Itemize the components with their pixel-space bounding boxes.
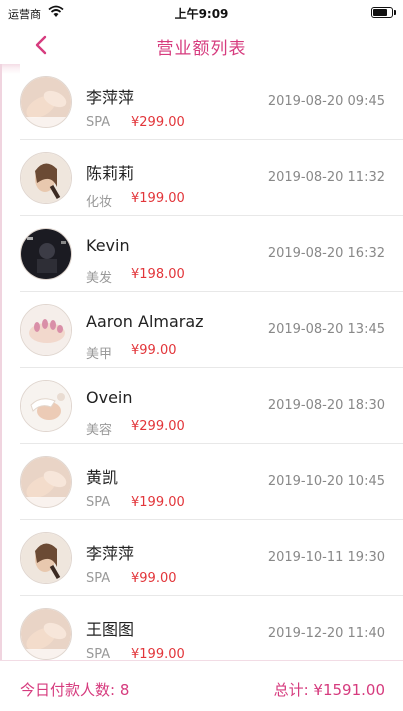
payment-amount: ¥199.00 [131, 495, 185, 510]
payment-date: 2019-10-20 10:45 [267, 474, 385, 489]
payment-date: 2019-08-20 13:45 [267, 322, 385, 337]
today-payer-count: 今日付款人数: 8 [20, 681, 130, 699]
payment-amount: ¥198.00 [131, 267, 185, 282]
service-category: 美发 [86, 271, 113, 286]
revenue-list[interactable]: 李萍萍 SPA ¥299.00 2019-08-20 09:45 陈莉莉化妆 ¥199.0… [0, 64, 403, 660]
list-item[interactable]: 黄凯 SPA ¥199.00 2019-10-20 10:45 [20, 444, 403, 520]
customer-name: 王图图 [86, 620, 135, 639]
page-title: 营业额列表 [156, 39, 247, 59]
battery-tip [394, 10, 396, 15]
status-time: 上午9:09 [174, 7, 229, 21]
avatar [20, 380, 72, 432]
avatar [20, 532, 72, 584]
payment-date: 2019-10-11 19:30 [267, 550, 385, 565]
payment-amount: ¥99.00 [131, 343, 177, 358]
list-item[interactable]: Aaron Almaraz 美甲 ¥99.00 2019-08-20 13:45 [20, 292, 403, 368]
payment-amount: ¥99.00 [131, 571, 177, 586]
customer-name: 陈莉莉 [86, 164, 135, 183]
service-category: SPA [86, 495, 111, 510]
footer-bar: 今日付款人数: 8 总计: ¥1591.00 [0, 660, 403, 711]
avatar [20, 456, 72, 508]
payment-date: 2019-08-20 18:30 [267, 398, 385, 413]
list-item[interactable]: 陈莉莉化妆 ¥199.00 2019-08-20 11:32 [20, 140, 403, 216]
service-category: 化妆 [86, 195, 113, 210]
payment-amount: ¥299.00 [131, 419, 185, 434]
payment-amount: ¥199.00 [131, 647, 185, 660]
service-category: SPA [86, 647, 111, 660]
customer-name: 李萍萍 [86, 544, 135, 563]
nav-bar: 营业额列表 [0, 26, 403, 64]
avatar [20, 152, 72, 204]
payment-date: 2019-08-20 11:32 [267, 170, 385, 185]
service-category: SPA [86, 571, 111, 586]
service-category: 美容 [86, 423, 113, 438]
payment-date: 2019-12-20 11:40 [267, 626, 385, 641]
payment-amount: ¥299.00 [131, 115, 185, 130]
service-category: 美甲 [86, 347, 113, 362]
list-item[interactable]: Kevin 美发 ¥198.00 2019-08-20 16:32 [20, 216, 403, 292]
avatar [20, 608, 72, 660]
avatar [20, 76, 72, 128]
customer-name: 黄凯 [86, 468, 119, 487]
battery-icon [371, 7, 393, 18]
list-item[interactable]: 王图图 SPA ¥199.00 2019-12-20 11:40 [20, 596, 403, 660]
customer-name: Aaron Almaraz [86, 312, 204, 331]
status-bar: 运营商 上午9:09 [0, 0, 403, 26]
customer-name: Kevin [86, 236, 130, 255]
customer-name: 李萍萍 [86, 88, 135, 107]
payment-amount: ¥199.00 [131, 191, 185, 206]
total-amount: 总计: ¥1591.00 [273, 681, 385, 699]
payment-date: 2019-08-20 09:45 [267, 94, 385, 109]
avatar [20, 304, 72, 356]
list-item[interactable]: 李萍萍 SPA ¥99.00 2019-10-11 19:30 [20, 520, 403, 596]
service-category: SPA [86, 115, 111, 130]
payment-date: 2019-08-20 16:32 [267, 246, 385, 261]
avatar [20, 228, 72, 280]
customer-name: Ovein [86, 388, 133, 407]
list-item[interactable]: 李萍萍 SPA ¥299.00 2019-08-20 09:45 [20, 64, 403, 140]
list-item[interactable]: Ovein 美容 ¥299.00 2019-08-20 18:30 [20, 368, 403, 444]
